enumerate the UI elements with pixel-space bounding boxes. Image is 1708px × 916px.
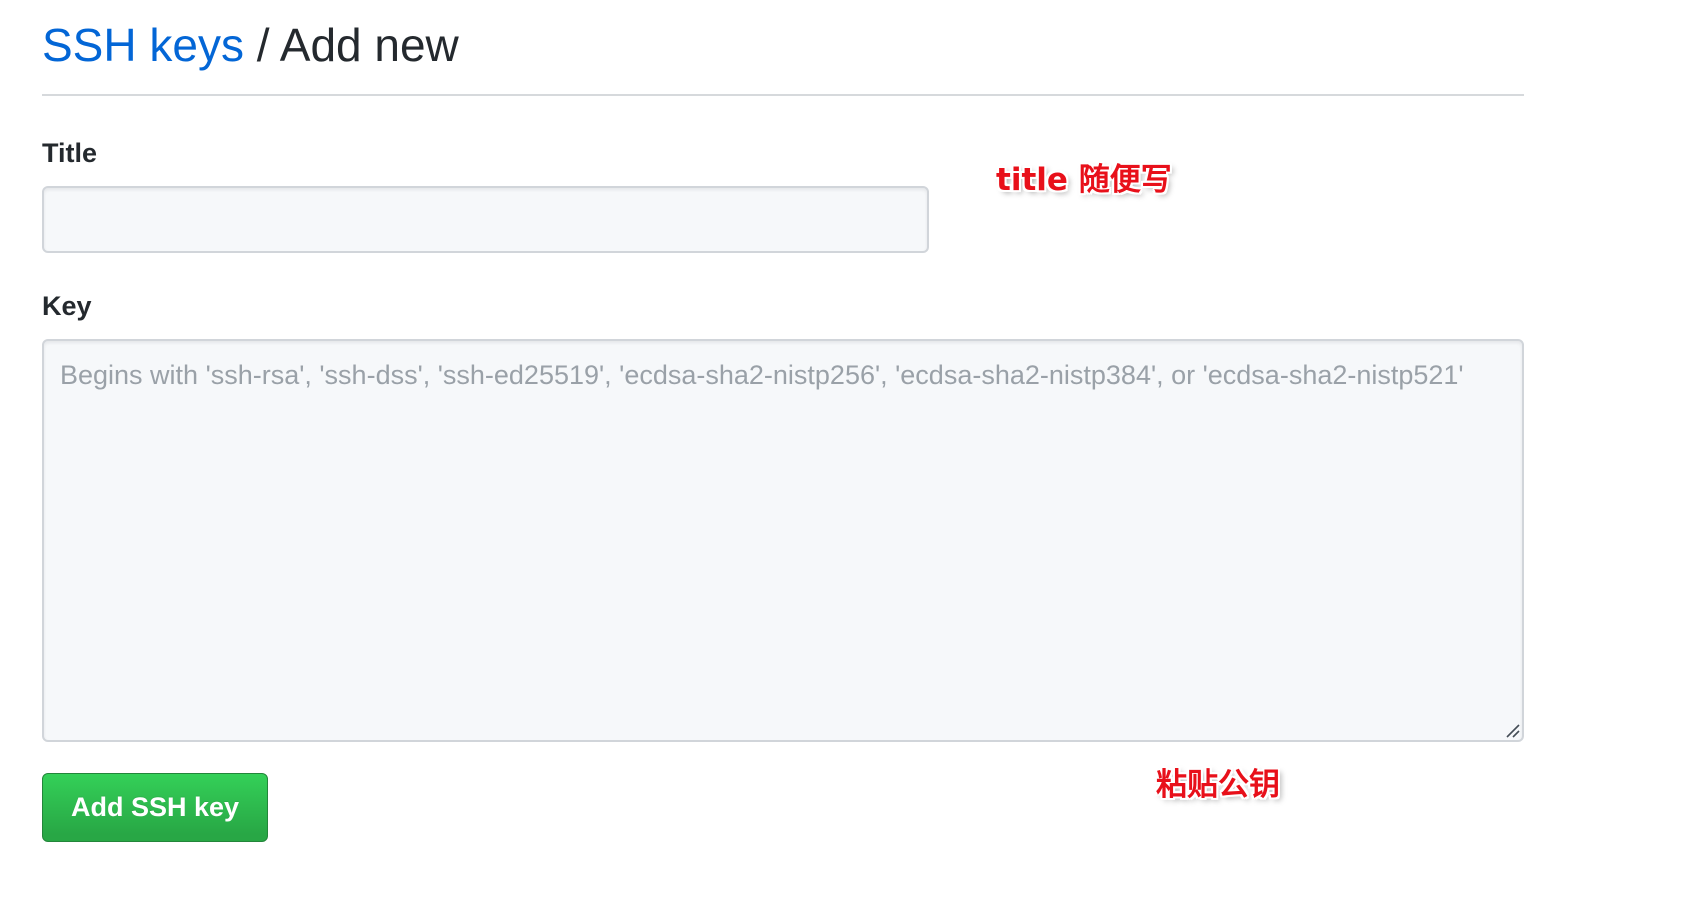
page-title: SSH keys / Add new [42,22,459,68]
annotation-key-note: 粘贴公钥 [1156,770,1280,801]
breadcrumb-ssh-keys-link[interactable]: SSH keys [42,19,244,71]
resize-handle-icon[interactable] [1504,722,1520,738]
page-header: SSH keys / Add new [42,0,1524,96]
key-label: Key [42,293,92,320]
page-container: SSH keys / Add new Title Key Add SSH key [42,0,1524,96]
title-label: Title [42,140,97,167]
breadcrumb-current: Add new [280,19,459,71]
title-input[interactable] [42,186,929,253]
annotation-title-note: title 随便写 [996,165,1172,196]
add-ssh-key-button[interactable]: Add SSH key [42,773,268,842]
key-textarea[interactable] [42,339,1524,742]
breadcrumb-separator: / [257,19,270,71]
